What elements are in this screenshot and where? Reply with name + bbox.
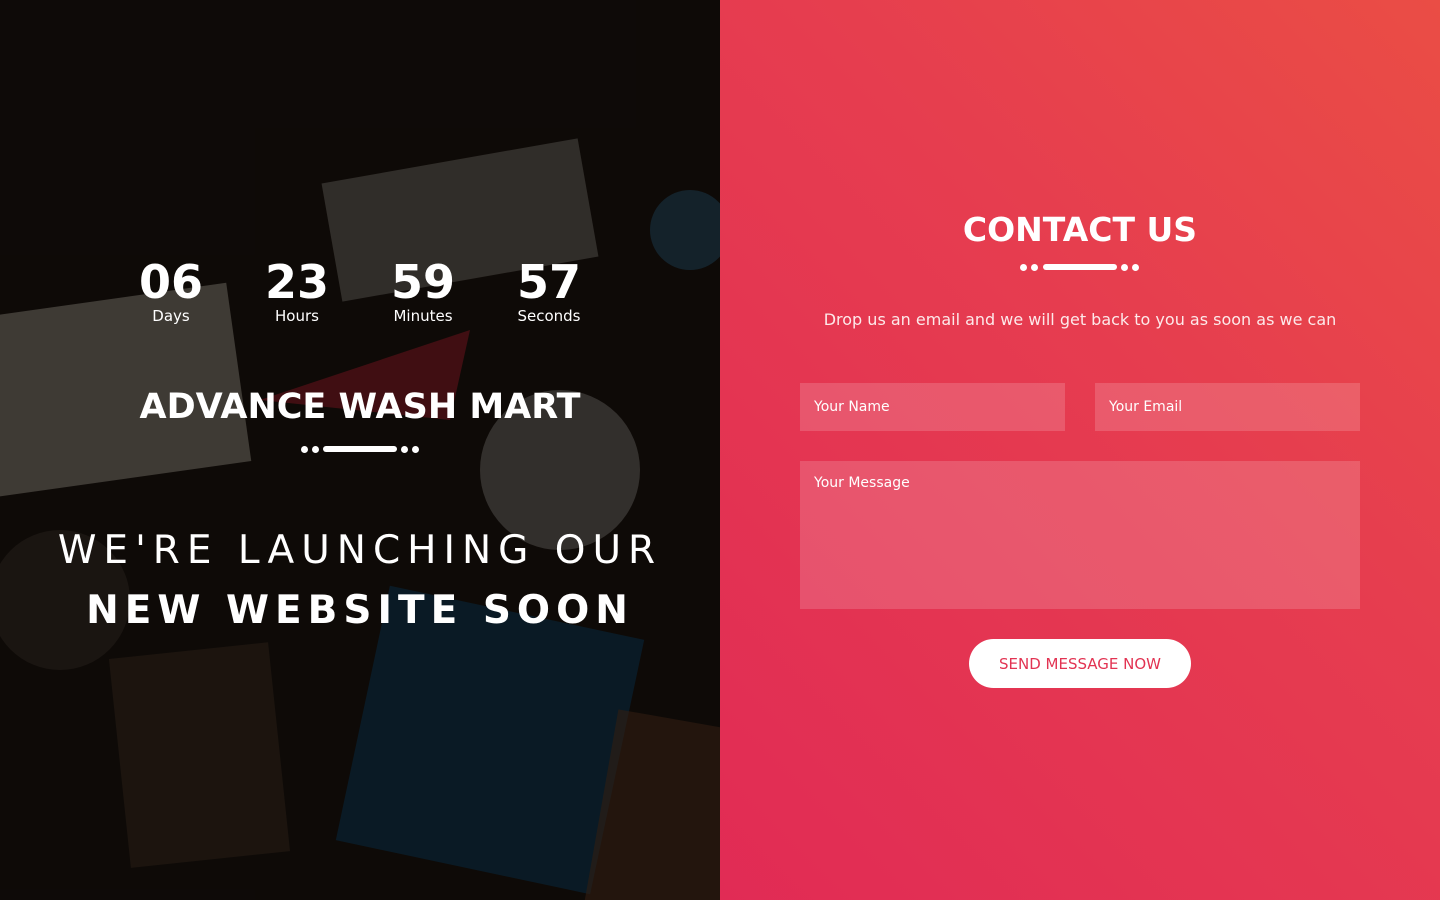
- countdown-timer: 06 Days 23 Hours 59 Minutes 57 Seconds: [0, 256, 720, 336]
- send-message-button[interactable]: SEND MESSAGE NOW: [969, 639, 1191, 688]
- contact-divider: [1020, 263, 1139, 271]
- hero-panel: 06 Days 23 Hours 59 Minutes 57 Seconds A…: [0, 0, 720, 900]
- days-value: 06: [138, 255, 203, 309]
- launch-line-1: WE'RE LAUNCHING OUR: [57, 528, 663, 573]
- days-label: Days: [152, 307, 190, 325]
- minutes-value: 59: [390, 255, 455, 309]
- contact-panel: CONTACT US Drop us an email and we will …: [720, 0, 1440, 900]
- contact-title: CONTACT US: [962, 210, 1198, 249]
- countdown-minutes: 59 Minutes: [358, 256, 488, 326]
- launch-line-2: NEW WEBSITE SOON: [86, 588, 634, 633]
- seconds-label: Seconds: [517, 307, 581, 325]
- countdown-seconds: 57 Seconds: [484, 256, 614, 326]
- hours-label: Hours: [275, 307, 319, 325]
- hours-value: 23: [264, 255, 329, 309]
- seconds-value: 57: [516, 255, 581, 309]
- countdown-days: 06 Days: [106, 256, 236, 326]
- brand-divider: [301, 445, 419, 453]
- brand-title: ADVANCE WASH MART: [139, 387, 581, 427]
- email-input[interactable]: [1095, 383, 1360, 431]
- countdown-hours: 23 Hours: [232, 256, 362, 326]
- message-textarea[interactable]: [800, 461, 1360, 609]
- name-input[interactable]: [800, 383, 1065, 431]
- minutes-label: Minutes: [393, 307, 453, 325]
- contact-subtitle: Drop us an email and we will get back to…: [823, 310, 1337, 329]
